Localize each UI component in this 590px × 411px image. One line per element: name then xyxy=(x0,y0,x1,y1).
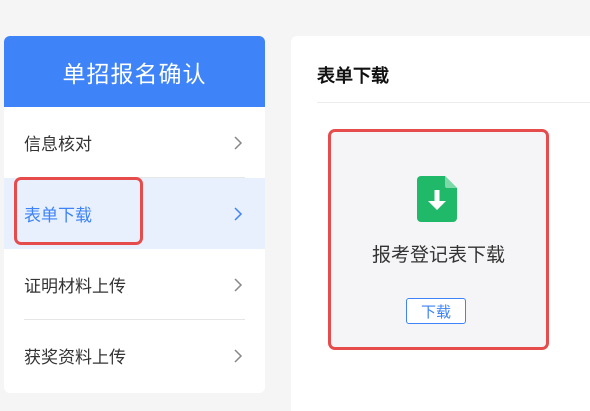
download-button[interactable]: 下载 xyxy=(406,298,466,324)
sidebar-item-label: 信息核对 xyxy=(24,135,92,155)
chevron-right-icon xyxy=(234,348,243,363)
card-title: 报考登记表下载 xyxy=(371,244,505,266)
chevron-right-icon xyxy=(234,206,243,221)
sidebar-item-label: 表单下载 xyxy=(24,206,92,226)
page-title: 表单下载 xyxy=(317,66,389,87)
sidebar-item-label: 获奖资料上传 xyxy=(24,348,126,368)
sidebar-item-form-download[interactable]: 表单下载 xyxy=(4,178,265,249)
sidebar-item-info-check[interactable]: 信息核对 xyxy=(4,107,265,178)
chevron-right-icon xyxy=(234,277,243,292)
file-download-icon xyxy=(417,176,457,222)
main-panel: 表单下载 报考登记表下载 下载 xyxy=(291,36,590,411)
divider xyxy=(317,102,590,103)
sidebar: 单招报名确认 信息核对 表单下载 证明材料上传 获奖资料上传 xyxy=(4,36,265,393)
download-card[interactable]: 报考登记表下载 下载 xyxy=(328,129,549,350)
sidebar-title: 单招报名确认 xyxy=(4,36,265,107)
chevron-right-icon xyxy=(234,135,243,150)
sidebar-item-award-upload[interactable]: 获奖资料上传 xyxy=(4,320,265,391)
sidebar-item-proof-upload[interactable]: 证明材料上传 xyxy=(4,249,265,320)
sidebar-item-label: 证明材料上传 xyxy=(24,277,126,297)
